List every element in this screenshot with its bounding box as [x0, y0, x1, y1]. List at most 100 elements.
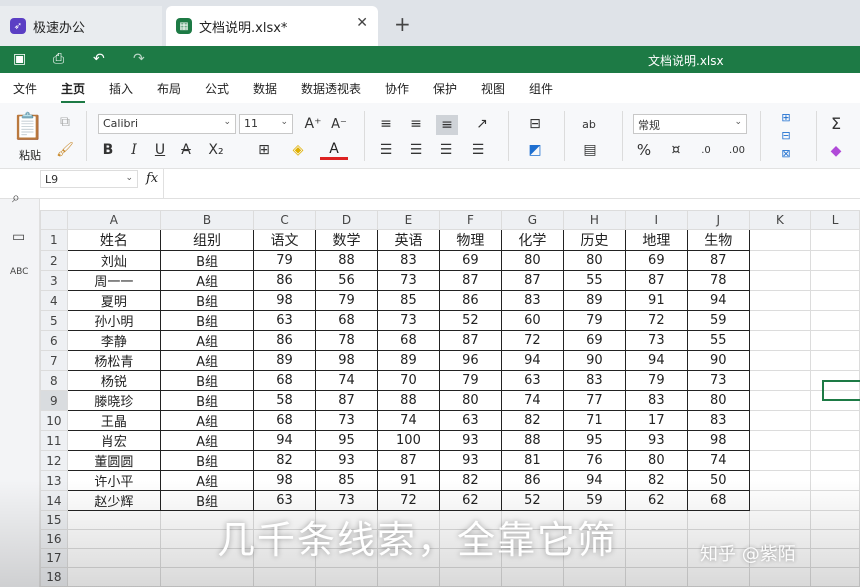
cell[interactable]: 语文 [253, 229, 316, 251]
column-header-d[interactable]: D [315, 210, 378, 230]
cell[interactable] [810, 430, 860, 451]
cell[interactable] [810, 290, 860, 311]
menu-home[interactable]: 主页 [61, 80, 86, 103]
fill-color-icon[interactable]: ◈ [284, 140, 312, 160]
align-right-icon[interactable]: ☰ [436, 141, 456, 159]
cell[interactable]: 87 [500, 270, 564, 291]
cell[interactable]: 83 [376, 250, 440, 271]
shrink-font-button[interactable]: A⁻ [328, 114, 350, 134]
menu-data[interactable]: 数据 [253, 80, 277, 97]
cell[interactable]: 69 [562, 330, 626, 351]
paste-label[interactable]: 粘贴 [19, 147, 41, 163]
column-header-l[interactable]: L [810, 210, 860, 230]
cell[interactable]: 74 [500, 390, 564, 411]
cell[interactable]: 地理 [624, 229, 688, 251]
cell[interactable]: 77 [562, 390, 626, 411]
cell[interactable]: 73 [315, 410, 378, 431]
delete-row-icon[interactable]: ⊟ [772, 127, 800, 143]
font-size-select[interactable]: 11 ⌄ [239, 114, 293, 134]
cell[interactable]: 60 [500, 310, 564, 331]
cell[interactable]: A组 [160, 270, 255, 291]
cell[interactable]: 87 [624, 270, 688, 291]
cell[interactable]: 英语 [376, 229, 440, 251]
cell[interactable]: 96 [438, 350, 502, 371]
cell[interactable]: 93 [315, 450, 378, 471]
column-header-h[interactable]: H [562, 210, 626, 230]
cell[interactable]: 物理 [438, 229, 502, 251]
cell[interactable]: 94 [624, 350, 688, 371]
cell[interactable]: 86 [253, 330, 316, 351]
cell[interactable]: 历史 [562, 229, 626, 251]
underline-button[interactable]: U [150, 140, 170, 160]
cell[interactable]: 88 [500, 430, 564, 451]
cell[interactable]: 80 [686, 390, 750, 411]
cell[interactable]: 72 [500, 330, 564, 351]
redo-icon[interactable]: ↷ [133, 51, 145, 67]
cell[interactable]: 95 [562, 430, 626, 451]
cell[interactable]: 孙小明 [66, 310, 162, 331]
cell[interactable]: 56 [315, 270, 378, 291]
font-color-button[interactable]: A [320, 140, 348, 160]
cell[interactable]: 98 [686, 430, 750, 451]
row-header[interactable]: 9 [40, 390, 68, 411]
cell[interactable]: 94 [500, 350, 564, 371]
menu-pivot[interactable]: 数据透视表 [301, 80, 361, 97]
cell[interactable]: 80 [500, 250, 564, 271]
cell-style-icon[interactable]: ◩ [520, 141, 550, 159]
cell[interactable]: 95 [315, 430, 378, 451]
row-header[interactable]: 6 [40, 330, 68, 351]
column-header-a[interactable]: A [66, 210, 162, 230]
wrap-text-icon[interactable]: ab [576, 115, 602, 133]
cell[interactable]: 90 [686, 350, 750, 371]
cell[interactable]: 89 [562, 290, 626, 311]
cell[interactable]: 73 [624, 330, 688, 351]
column-header-c[interactable]: C [253, 210, 316, 230]
spellcheck-icon[interactable]: ABC [10, 267, 28, 277]
cell[interactable]: 73 [686, 370, 750, 391]
format-painter-icon[interactable]: 🖌 [56, 141, 74, 159]
cell[interactable] [748, 270, 812, 291]
cell[interactable] [748, 370, 812, 391]
column-header-j[interactable]: J [686, 210, 750, 230]
cell[interactable]: 89 [376, 350, 440, 371]
cell[interactable]: A组 [160, 410, 255, 431]
row-header[interactable]: 10 [40, 410, 68, 431]
cell[interactable]: 87 [315, 390, 378, 411]
function-icon[interactable]: fx [146, 171, 158, 186]
cell[interactable]: 68 [315, 310, 378, 331]
row-header[interactable]: 12 [40, 450, 68, 471]
cell[interactable]: 滕晓珍 [66, 390, 162, 411]
column-header-e[interactable]: E [376, 210, 440, 230]
clear-icon[interactable]: ◆ [826, 141, 846, 161]
tab-document[interactable]: ▦ 文档说明.xlsx* ✕ [166, 6, 378, 46]
print-icon[interactable]: ⎙ [53, 51, 64, 67]
cell[interactable]: 74 [376, 410, 440, 431]
cell[interactable]: B组 [160, 250, 255, 271]
cell[interactable]: 董圆圆 [66, 450, 162, 471]
format-rows-icon[interactable]: ⊠ [772, 145, 800, 161]
percent-button[interactable]: % [634, 140, 654, 160]
cell[interactable]: 88 [315, 250, 378, 271]
cell[interactable]: 90 [562, 350, 626, 371]
cell[interactable]: 59 [686, 310, 750, 331]
cell[interactable] [810, 270, 860, 291]
sum-button[interactable]: Σ [826, 113, 846, 133]
cell[interactable]: B组 [160, 370, 255, 391]
menu-insert[interactable]: 插入 [109, 80, 133, 97]
cell[interactable]: 86 [438, 290, 502, 311]
cell[interactable]: 68 [253, 370, 316, 391]
cell[interactable]: 69 [438, 250, 502, 271]
cell[interactable]: 52 [438, 310, 502, 331]
cell[interactable] [810, 310, 860, 331]
active-cell-selection[interactable] [822, 380, 860, 401]
cell[interactable]: 55 [686, 330, 750, 351]
cell[interactable]: 89 [253, 350, 316, 371]
cell[interactable]: 79 [438, 370, 502, 391]
cell[interactable]: 87 [438, 270, 502, 291]
cell[interactable]: 94 [686, 290, 750, 311]
cell[interactable]: 71 [562, 410, 626, 431]
cell[interactable]: 82 [500, 410, 564, 431]
cell[interactable] [748, 450, 812, 471]
cell[interactable]: 93 [438, 450, 502, 471]
row-header[interactable]: 8 [40, 370, 68, 391]
